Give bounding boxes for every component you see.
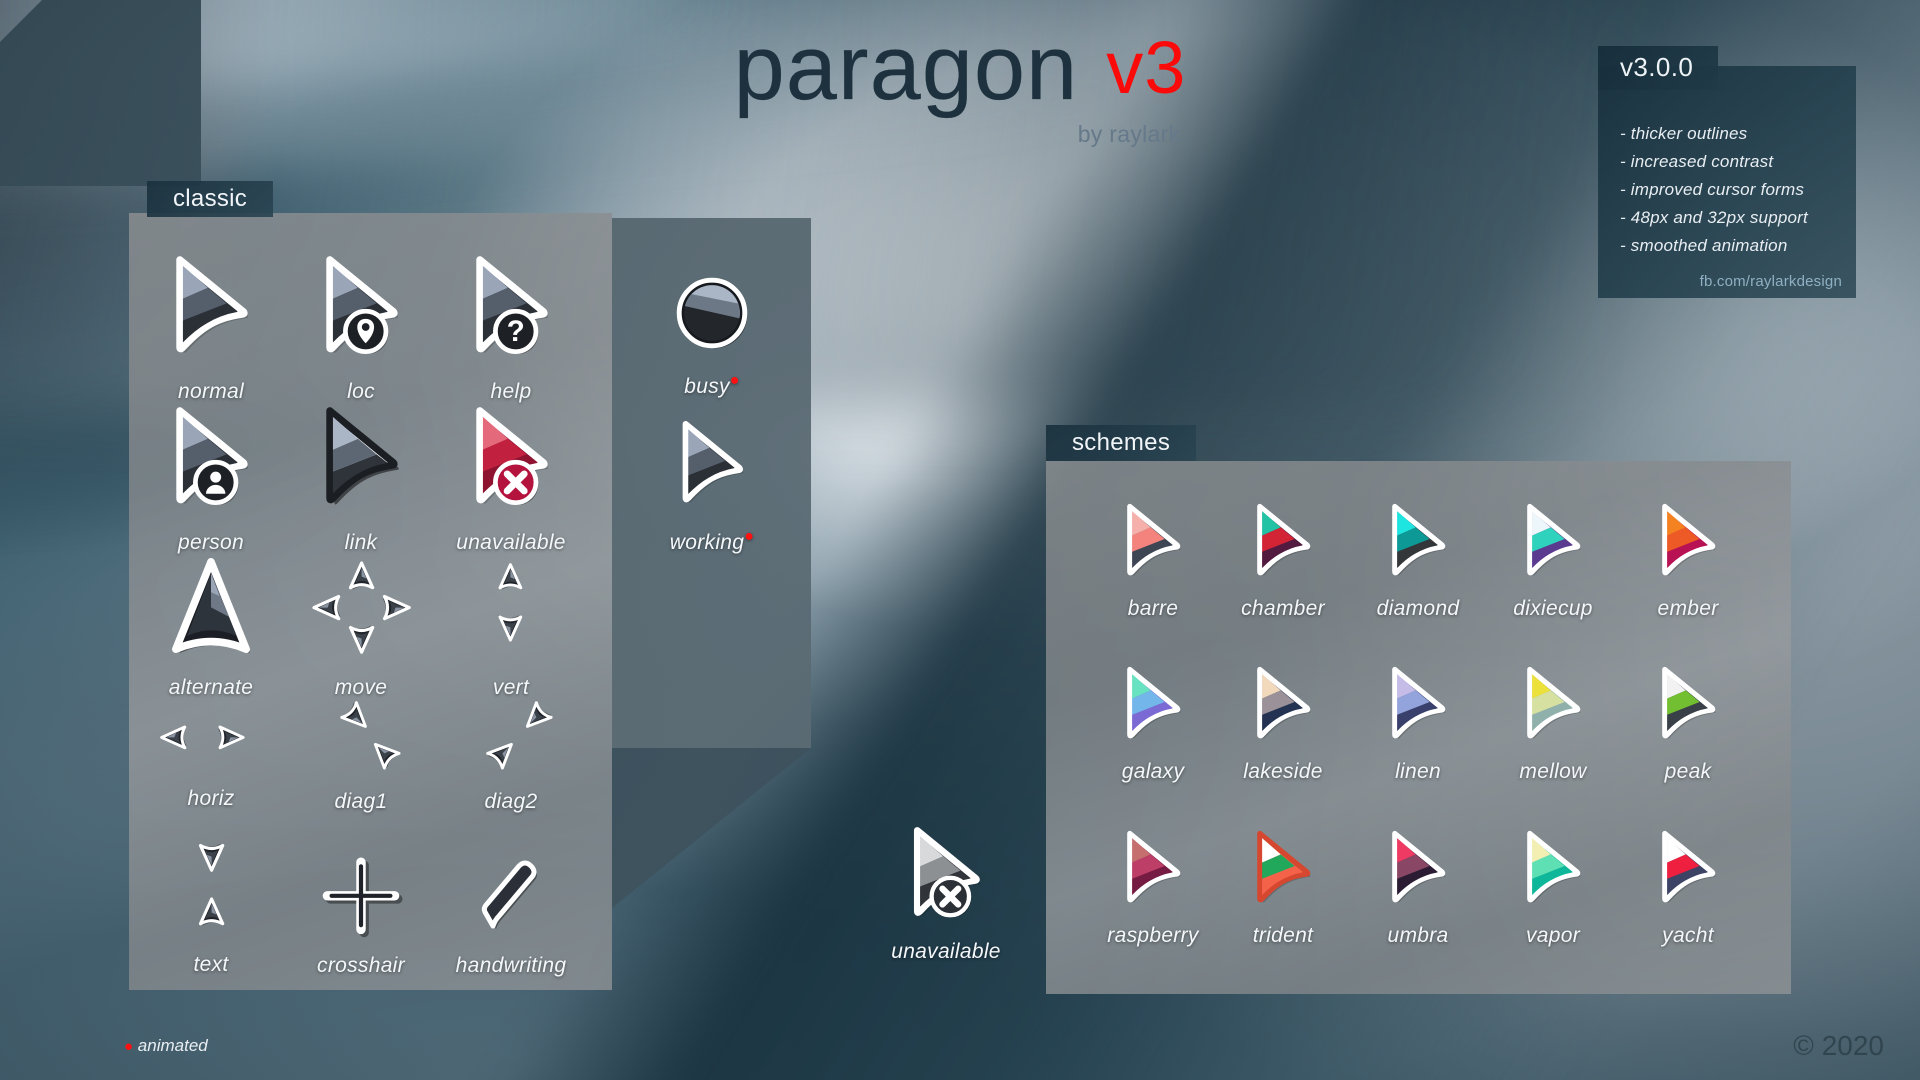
cursor-label: umbra — [1387, 924, 1449, 947]
cursor-label: alternate — [168, 676, 254, 699]
tab-classic[interactable]: classic — [147, 181, 274, 217]
person-cursor-icon — [172, 406, 250, 506]
unavailable-preview-cursor-icon — [910, 826, 982, 918]
animated-legend-label: animated — [137, 1036, 208, 1055]
barre-scheme-cursor-icon — [1124, 503, 1182, 577]
alternate-cursor-icon — [170, 558, 252, 657]
version-number-tag: v3.0.0 — [1598, 46, 1718, 90]
trident-scheme-cursor-icon — [1254, 830, 1312, 904]
cursor-label: galaxy — [1121, 760, 1185, 783]
cursor-label: move — [334, 676, 388, 699]
animated-dot-icon: ● — [729, 372, 740, 389]
raspberry-scheme-cursor-icon — [1124, 830, 1182, 904]
cursor-label: chamber — [1241, 597, 1325, 620]
yacht-scheme-cursor-icon — [1659, 830, 1717, 904]
diag1-cursor-icon — [291, 700, 431, 786]
peak-scheme-cursor-icon — [1659, 666, 1717, 740]
cursor-label: dixiecup — [1513, 597, 1593, 620]
cursor-label: busy● — [684, 372, 740, 398]
cursor-label: horiz — [187, 787, 235, 810]
version-note-item: - improved cursor forms — [1620, 180, 1805, 199]
mellow-scheme-cursor-icon — [1524, 666, 1582, 740]
version-note-item: - increased contrast — [1620, 152, 1774, 171]
normal-cursor-icon — [172, 255, 250, 355]
cursor-label: ember — [1657, 597, 1719, 620]
cursor-label: diag1 — [334, 790, 388, 813]
panel-unavailable-preview — [0, 0, 201, 186]
linen-scheme-cursor-icon — [1389, 666, 1447, 740]
cursor-label: text — [193, 953, 229, 976]
busy-cursor-icon — [671, 272, 753, 354]
animated-dot-icon: ● — [744, 528, 755, 545]
cursor-label: mellow — [1519, 760, 1587, 783]
version-note-item: - thicker outlines — [1620, 124, 1748, 143]
cursor-label: diamond — [1376, 597, 1460, 620]
cursor-label: diag2 — [484, 790, 538, 813]
cursor-label: working● — [669, 528, 755, 554]
vapor-scheme-cursor-icon — [1524, 830, 1582, 904]
unavailable-cursor-icon — [472, 406, 550, 506]
chamber-scheme-cursor-icon — [1254, 503, 1312, 577]
horiz-cursor-icon — [141, 712, 281, 772]
diag2-cursor-icon — [441, 700, 581, 786]
copyright: © 2020 — [1793, 1030, 1884, 1061]
move-cursor-icon — [291, 558, 431, 668]
version-note-item: - 48px and 32px support — [1620, 208, 1808, 227]
tab-schemes[interactable]: schemes — [1046, 425, 1197, 461]
cursor-label: handwriting — [455, 954, 567, 977]
ember-scheme-cursor-icon — [1659, 503, 1717, 577]
help-cursor-icon: ? — [472, 255, 550, 355]
umbra-scheme-cursor-icon — [1389, 830, 1447, 904]
version-note-item: - smoothed animation — [1620, 236, 1788, 255]
crosshair-cursor-icon — [322, 857, 403, 938]
diamond-scheme-cursor-icon — [1389, 503, 1447, 577]
version-notes-list: - thicker outlines - increased contrast - … — [1620, 120, 1838, 260]
cursor-label: person — [177, 531, 245, 554]
animated-legend: ● animated — [124, 1036, 208, 1056]
handwriting-cursor-icon — [479, 856, 543, 936]
cursor-label: vapor — [1525, 924, 1581, 947]
svg-text:?: ? — [507, 315, 525, 348]
cursor-label: yacht — [1662, 924, 1714, 947]
cursor-label: link — [344, 531, 378, 554]
version-notes-panel: - thicker outlines - increased contrast - … — [1598, 66, 1856, 298]
cursor-label: lakeside — [1243, 760, 1323, 783]
vert-cursor-icon — [441, 560, 581, 664]
cursor-label: peak — [1664, 760, 1712, 783]
animated-dot-icon: ● — [124, 1038, 134, 1055]
cursor-label: vert — [492, 676, 530, 699]
cursor-label: unavailable — [891, 940, 1001, 963]
cursor-label: normal — [178, 380, 244, 403]
cursor-label: barre — [1127, 597, 1179, 620]
galaxy-scheme-cursor-icon — [1124, 666, 1182, 740]
cursor-label: help — [490, 380, 532, 403]
link-cursor-icon — [322, 406, 400, 506]
cursor-label: loc — [347, 380, 375, 403]
cursor-label: trident — [1252, 924, 1314, 947]
cursor-label: crosshair — [317, 954, 405, 977]
text-cursor-icon — [181, 838, 241, 938]
cursor-label: unavailable — [456, 531, 566, 554]
working-cursor-icon — [679, 420, 745, 504]
dixiecup-scheme-cursor-icon — [1524, 503, 1582, 577]
loc-cursor-icon — [322, 255, 400, 355]
lakeside-scheme-cursor-icon — [1254, 666, 1312, 740]
cursor-label: raspberry — [1107, 924, 1199, 947]
facebook-link[interactable]: fb.com/raylarkdesign — [1700, 273, 1842, 290]
cursor-label: linen — [1395, 760, 1441, 783]
